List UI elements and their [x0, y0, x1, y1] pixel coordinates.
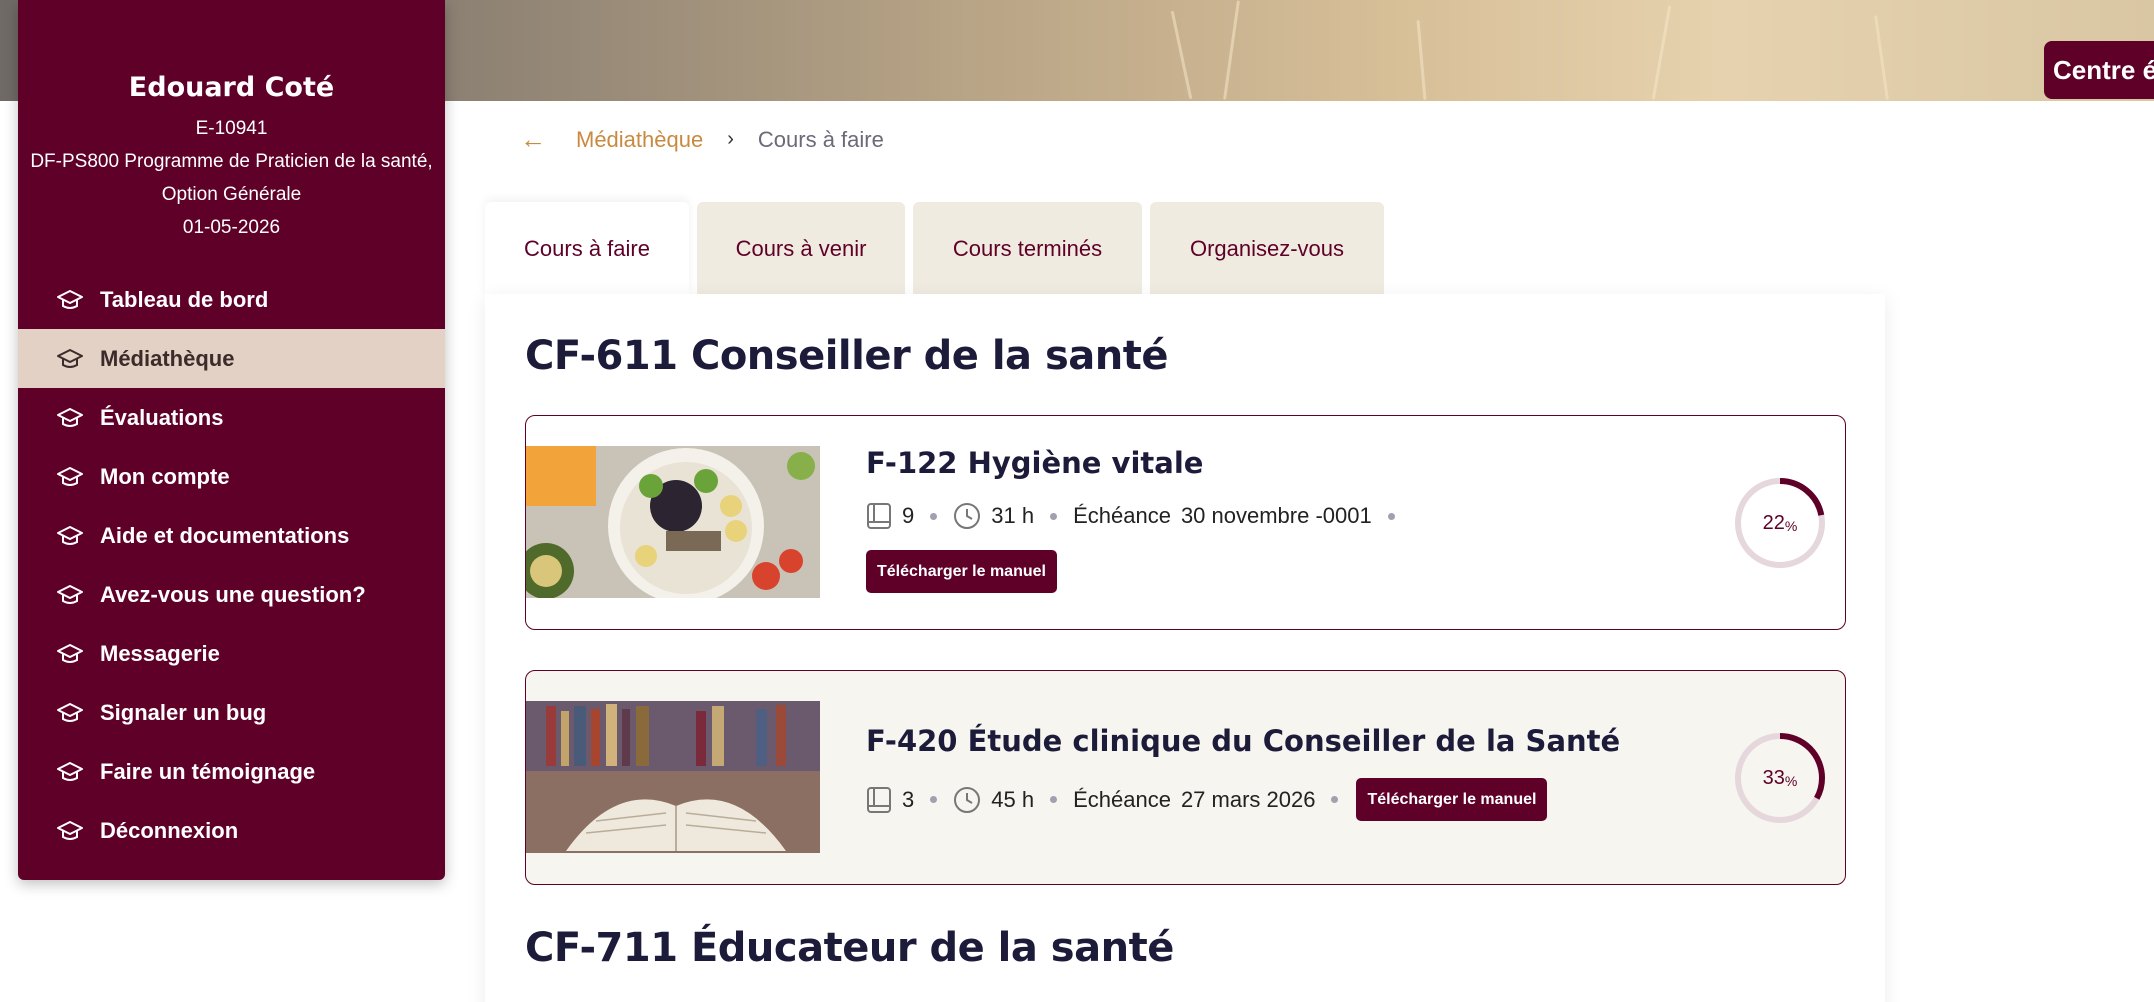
course-meta: 3 45 h Échéance 27 mars 2026 Télécharger…: [866, 778, 1548, 821]
course-title[interactable]: F-122 Hygiène vitale: [866, 446, 1203, 480]
centre-button[interactable]: Centre ét: [2044, 41, 2154, 99]
graduation-cap-icon: [56, 406, 84, 430]
sidebar-item-avez-vous-une-question[interactable]: Avez-vous une question?: [18, 565, 445, 624]
course-thumbnail: [526, 701, 820, 853]
sidebar-item-tableau-de-bord[interactable]: Tableau de bord: [18, 270, 445, 329]
separator-dot: [1331, 796, 1339, 803]
breadcrumb-current: Cours à faire: [757, 126, 884, 152]
course-hours: 31 h: [991, 503, 1035, 528]
course-tabs: Cours à faire Cours à venir Cours termin…: [485, 202, 1392, 296]
percent-sign: %: [1784, 773, 1798, 789]
sidebar-item-déconnexion[interactable]: Déconnexion: [18, 801, 445, 860]
tab-cours-termines[interactable]: Cours terminés: [913, 202, 1142, 296]
progress-value: 22: [1762, 511, 1785, 534]
graduation-cap-icon: [56, 760, 84, 784]
tab-cours-a-venir[interactable]: Cours à venir: [697, 202, 905, 296]
profile-name: Edouard Coté: [128, 72, 335, 103]
sidebar-item-mon-compte[interactable]: Mon compte: [18, 447, 445, 506]
section-title: CF-611 Conseiller de la santé: [525, 333, 1168, 379]
section-title: CF-711 Éducateur de la santé: [525, 925, 1174, 971]
separator-dot: [930, 512, 938, 520]
profile-date: 01-05-2026: [182, 217, 281, 238]
sidebar-item-label: Déconnexion: [100, 817, 239, 843]
sidebar-item-label: Mon compte: [100, 463, 230, 489]
graduation-cap-icon: [56, 642, 84, 666]
sidebar-item-aide-et-documentations[interactable]: Aide et documentations: [18, 506, 445, 565]
sidebar-item-faire-un-témoignage[interactable]: Faire un témoignage: [18, 742, 445, 801]
deadline-label: Échéance: [1073, 786, 1171, 812]
graduation-cap-icon: [56, 524, 84, 548]
graduation-cap-icon: [56, 347, 84, 371]
download-manual-button[interactable]: Télécharger le manuel: [866, 550, 1057, 593]
tab-organisez-vous[interactable]: Organisez-vous: [1150, 202, 1384, 296]
graduation-cap-icon: [56, 465, 84, 489]
graduation-cap-icon: [56, 819, 84, 843]
program-line-2: Option Générale: [161, 184, 302, 205]
sidebar-item-label: Médiathèque: [100, 345, 235, 371]
download-manual-button[interactable]: Télécharger le manuel: [1356, 778, 1548, 821]
clock-icon: [954, 786, 981, 813]
course-hours: 45 h: [991, 786, 1035, 812]
sidebar: Edouard Coté E-10941 DF-PS800 Programme …: [18, 0, 445, 880]
sidebar-item-label: Aide et documentations: [100, 522, 350, 548]
sidebar-item-messagerie[interactable]: Messagerie: [18, 624, 445, 683]
graduation-cap-icon: [56, 583, 84, 607]
sidebar-item-label: Avez-vous une question?: [100, 581, 366, 607]
sidebar-item-médiathèque[interactable]: Médiathèque: [18, 329, 445, 388]
sidebar-item-label: Messagerie: [100, 640, 220, 666]
separator-dot: [1050, 512, 1058, 520]
tab-cours-a-faire[interactable]: Cours à faire: [485, 202, 689, 296]
sidebar-item-évaluations[interactable]: Évaluations: [18, 388, 445, 447]
sidebar-nav: Tableau de bord Médiathèque Évaluations Mon…: [18, 270, 445, 860]
sidebar-item-label: Signaler un bug: [100, 699, 267, 725]
book-icon: [867, 786, 891, 813]
sidebar-item-label: Évaluations: [100, 404, 224, 430]
deadline-value: 30 novembre -0001: [1180, 503, 1372, 528]
book-icon: [867, 503, 891, 529]
sidebar-item-signaler-un-bug[interactable]: Signaler un bug: [18, 683, 445, 742]
book-count: 9: [902, 503, 915, 528]
breadcrumb-link-mediatheque[interactable]: Médiathèque: [576, 127, 703, 153]
deadline-label: Échéance: [1073, 503, 1171, 528]
sidebar-item-label: Tableau de bord: [100, 286, 269, 312]
clock-icon: [954, 503, 981, 529]
deadline-value: 27 mars 2026: [1180, 786, 1316, 812]
student-id: E-10941: [195, 118, 268, 139]
chevron-right-icon: ›: [727, 128, 734, 150]
program-line-1: DF-PS800 Programme de Praticien de la sa…: [30, 151, 433, 172]
profile: Edouard Coté E-10941 DF-PS800 Programme …: [18, 0, 445, 244]
sidebar-item-label: Faire un témoignage: [100, 758, 316, 784]
course-card[interactable]: F-122 Hygiène vitale 9 31 h Échéance 30 …: [525, 415, 1846, 630]
course-meta: 9 31 h Échéance 30 novembre -0001: [866, 502, 1411, 530]
course-thumbnail: [526, 446, 820, 598]
separator-dot: [1050, 796, 1058, 803]
progress-ring: 33%: [1733, 731, 1827, 825]
graduation-cap-icon: [56, 288, 84, 312]
progress-value: 33: [1762, 766, 1785, 789]
progress-ring: 22%: [1733, 476, 1827, 570]
main-panel: [485, 294, 1885, 1002]
breadcrumb: ← Médiathèque › Cours à faire: [520, 124, 884, 155]
back-arrow-icon[interactable]: ←: [520, 124, 546, 155]
separator-dot: [930, 796, 938, 803]
course-title[interactable]: F-420 Étude clinique du Conseiller de la…: [866, 724, 1620, 758]
graduation-cap-icon: [56, 701, 84, 725]
course-card[interactable]: F-420 Étude clinique du Conseiller de la…: [525, 670, 1846, 885]
separator-dot: [1387, 512, 1395, 520]
percent-sign: %: [1784, 518, 1798, 534]
book-count: 3: [902, 786, 915, 812]
